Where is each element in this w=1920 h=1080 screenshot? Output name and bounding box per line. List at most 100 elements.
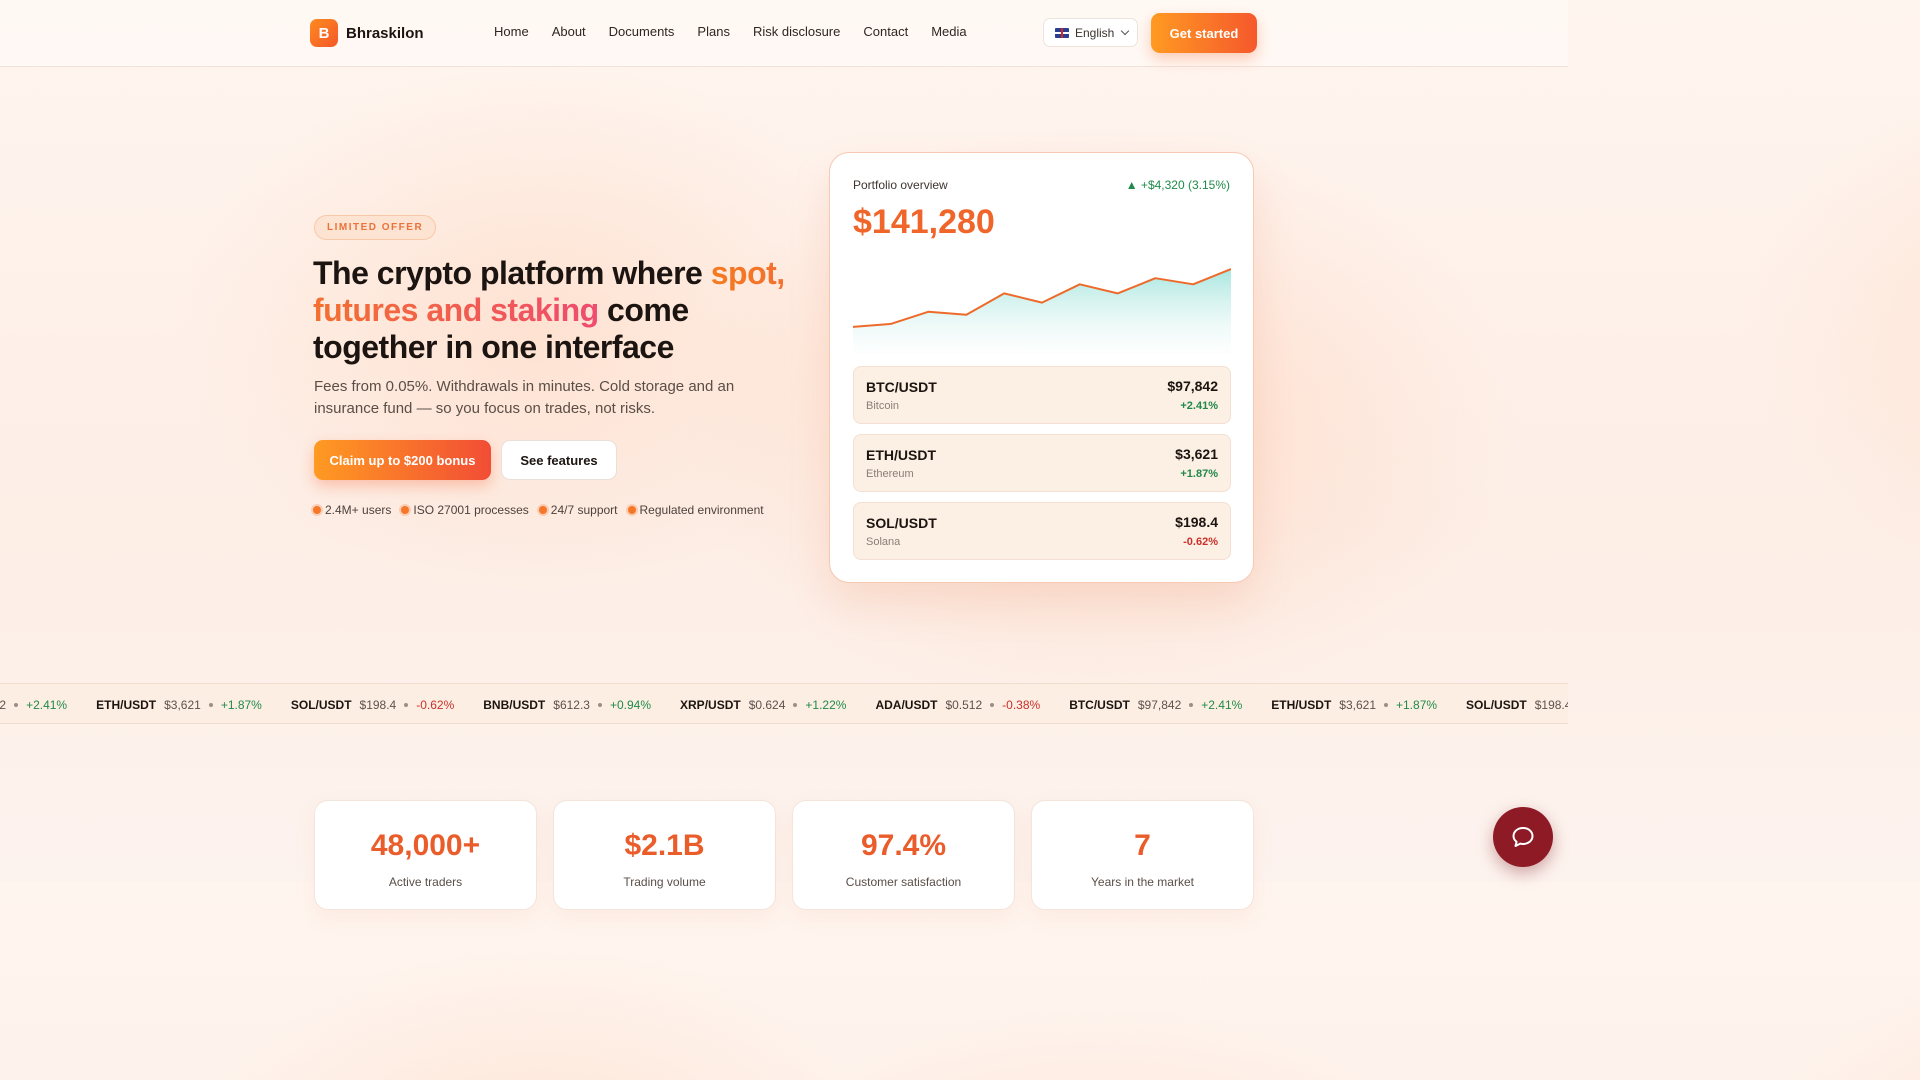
stat-label: Years in the market (1091, 875, 1194, 889)
ticker-item[interactable]: BNB/USDT $612.3 +0.94% (483, 698, 651, 712)
ticker-change: +1.22% (805, 697, 847, 712)
stat-value: 97.4% (860, 829, 947, 862)
pair-change: +2.41% (1180, 400, 1218, 412)
ticker-change: +1.87% (220, 697, 262, 712)
ticker-item[interactable]: ETH/USDT $3,621 +1.87% (1271, 698, 1437, 712)
feature-item: ISO 27001 processes (401, 503, 529, 517)
language-label: English (1075, 25, 1115, 40)
nav-link-documents[interactable]: Documents (609, 24, 675, 39)
ticker-pair: SOL/USDT (1466, 697, 1527, 712)
separator-dot-icon (597, 702, 602, 707)
ticker-change: +2.41% (1201, 697, 1243, 712)
portfolio-change: ▲ +$4,320 (3.15%) (1125, 178, 1230, 192)
claim-bonus-button[interactable]: Claim up to $200 bonus (314, 440, 491, 480)
ticker-change: -0.38% (1002, 697, 1041, 712)
coin-name: Bitcoin (866, 400, 900, 412)
feature-label: 24/7 support (550, 503, 618, 517)
ticker-price: $198.4 (359, 697, 397, 712)
brand-logo[interactable]: B Bhraskilon (310, 19, 424, 47)
ticker-change: +2.41% (26, 697, 68, 712)
separator-dot-icon (208, 702, 213, 707)
nav-link-media[interactable]: Media (931, 24, 966, 39)
ticker-change: +1.87% (1396, 697, 1438, 712)
bullet-dot-icon (401, 506, 410, 514)
ticker-pair: ADA/USDT (875, 697, 938, 712)
stat-value: 48,000+ (370, 829, 481, 862)
ticker-pair: ETH/USDT (96, 697, 157, 712)
stat-card: 7 Years in the market (1031, 800, 1254, 910)
pair-name: ETH/USDT (866, 447, 936, 463)
nav-link-about[interactable]: About (552, 24, 586, 39)
ticker-price: $3,621 (164, 697, 201, 712)
see-features-button[interactable]: See features (501, 440, 617, 480)
main-menu: Home About Documents Plans Risk disclosu… (494, 24, 967, 39)
ticker-item[interactable]: XRP/USDT $0.624 +1.22% (680, 698, 846, 712)
portfolio-card: Portfolio overview ▲ +$4,320 (3.15%) $14… (829, 152, 1254, 583)
ticker-price: $97,842 (1137, 697, 1182, 712)
chat-button[interactable] (1493, 807, 1553, 867)
market-row-btc[interactable]: BTC/USDT Bitcoin $97,842 +2.41% (853, 366, 1231, 424)
ticker-item[interactable]: SOL/USDT $198.4 -0.62% (291, 698, 454, 712)
market-row-sol[interactable]: SOL/USDT Solana $198.4 -0.62% (853, 502, 1231, 560)
ticker-change: +0.94% (609, 697, 652, 712)
ticker-price: $612.3 (553, 697, 590, 712)
ticker-price: $198.4 (1534, 697, 1568, 712)
stat-card: 48,000+ Active traders (314, 800, 537, 910)
bullet-dot-icon (538, 506, 547, 514)
feature-label: ISO 27001 processes (413, 503, 529, 517)
nav-link-risk-disclosure[interactable]: Risk disclosure (753, 24, 840, 39)
hero-subtitle: Fees from 0.05%. Withdrawals in minutes.… (314, 378, 735, 417)
nav-link-plans[interactable]: Plans (697, 24, 730, 39)
stat-value: $2.1B (624, 829, 705, 862)
stats-section: 48,000+ Active traders $2.1B Trading vol… (314, 800, 1254, 910)
pair-price: $3,621 (1175, 446, 1218, 462)
chevron-down-icon (1121, 26, 1130, 36)
top-navigation: B Bhraskilon Home About Documents Plans … (0, 0, 1568, 67)
trust-features: 2.4M+ users ISO 27001 processes 24/7 sup… (313, 503, 764, 517)
ticker-price: $0.512 (945, 697, 983, 712)
stat-card: $2.1B Trading volume (553, 800, 776, 910)
nav-link-home[interactable]: Home (494, 24, 529, 39)
ticker-item[interactable]: ADA/USDT $0.512 -0.38% (875, 698, 1040, 712)
language-selector[interactable]: English (1043, 18, 1138, 47)
ticker-change: -0.62% (416, 697, 455, 712)
feature-item: 2.4M+ users (313, 503, 391, 517)
pair-price: $97,842 (1167, 378, 1218, 394)
stat-value: 7 (1134, 829, 1151, 862)
chat-bubble-icon (1512, 827, 1534, 847)
separator-dot-icon (1384, 702, 1388, 707)
portfolio-value: $141,280 (853, 203, 995, 241)
separator-dot-icon (14, 702, 19, 707)
ticker-pair: BNB/USDT (483, 697, 546, 712)
stat-card: 97.4% Customer satisfaction (792, 800, 1015, 910)
portfolio-label: Portfolio overview (853, 178, 948, 192)
portfolio-chart (853, 268, 1231, 353)
ticker-pair: ETH/USDT (1271, 697, 1332, 712)
stat-label: Trading volume (623, 875, 706, 889)
ticker-pair: SOL/USDT (290, 697, 352, 712)
ticker-price: $97,842 (0, 697, 7, 712)
feature-label: Regulated environment (639, 503, 764, 517)
separator-dot-icon (990, 702, 995, 707)
nav-link-contact[interactable]: Contact (863, 24, 908, 39)
pair-name: BTC/USDT (866, 379, 937, 395)
ticker-price: $0.624 (748, 697, 786, 712)
ticker-price: $3,621 (1339, 697, 1376, 712)
separator-dot-icon (404, 702, 409, 707)
market-row-eth[interactable]: ETH/USDT Ethereum $3,621 +1.87% (853, 434, 1231, 492)
ticker-item[interactable]: BTC/USDT$97,842+2.41% (0, 698, 67, 712)
ticker-item[interactable]: SOL/USDT$198.4-0.62% (1466, 698, 1568, 712)
brand-name: Bhraskilon (346, 24, 424, 42)
ticker-item[interactable]: BTC/USDT $97,842 +2.41% (1069, 698, 1242, 712)
ticker-pair: BTC/USDT (1069, 697, 1130, 712)
coin-name: Solana (866, 536, 901, 548)
pair-change: -0.62% (1183, 536, 1218, 548)
feature-item: 24/7 support (538, 503, 618, 517)
market-rows: BTC/USDT Bitcoin $97,842 +2.41% ETH/USDT… (853, 366, 1231, 570)
ticker-item[interactable]: ETH/USDT $3,621 +1.87% (96, 698, 262, 712)
stat-label: Active traders (388, 875, 463, 889)
coin-name: Ethereum (866, 468, 914, 480)
separator-dot-icon (793, 702, 798, 707)
get-started-button[interactable]: Get started (1151, 13, 1257, 53)
logo-mark-icon: B (310, 19, 338, 47)
